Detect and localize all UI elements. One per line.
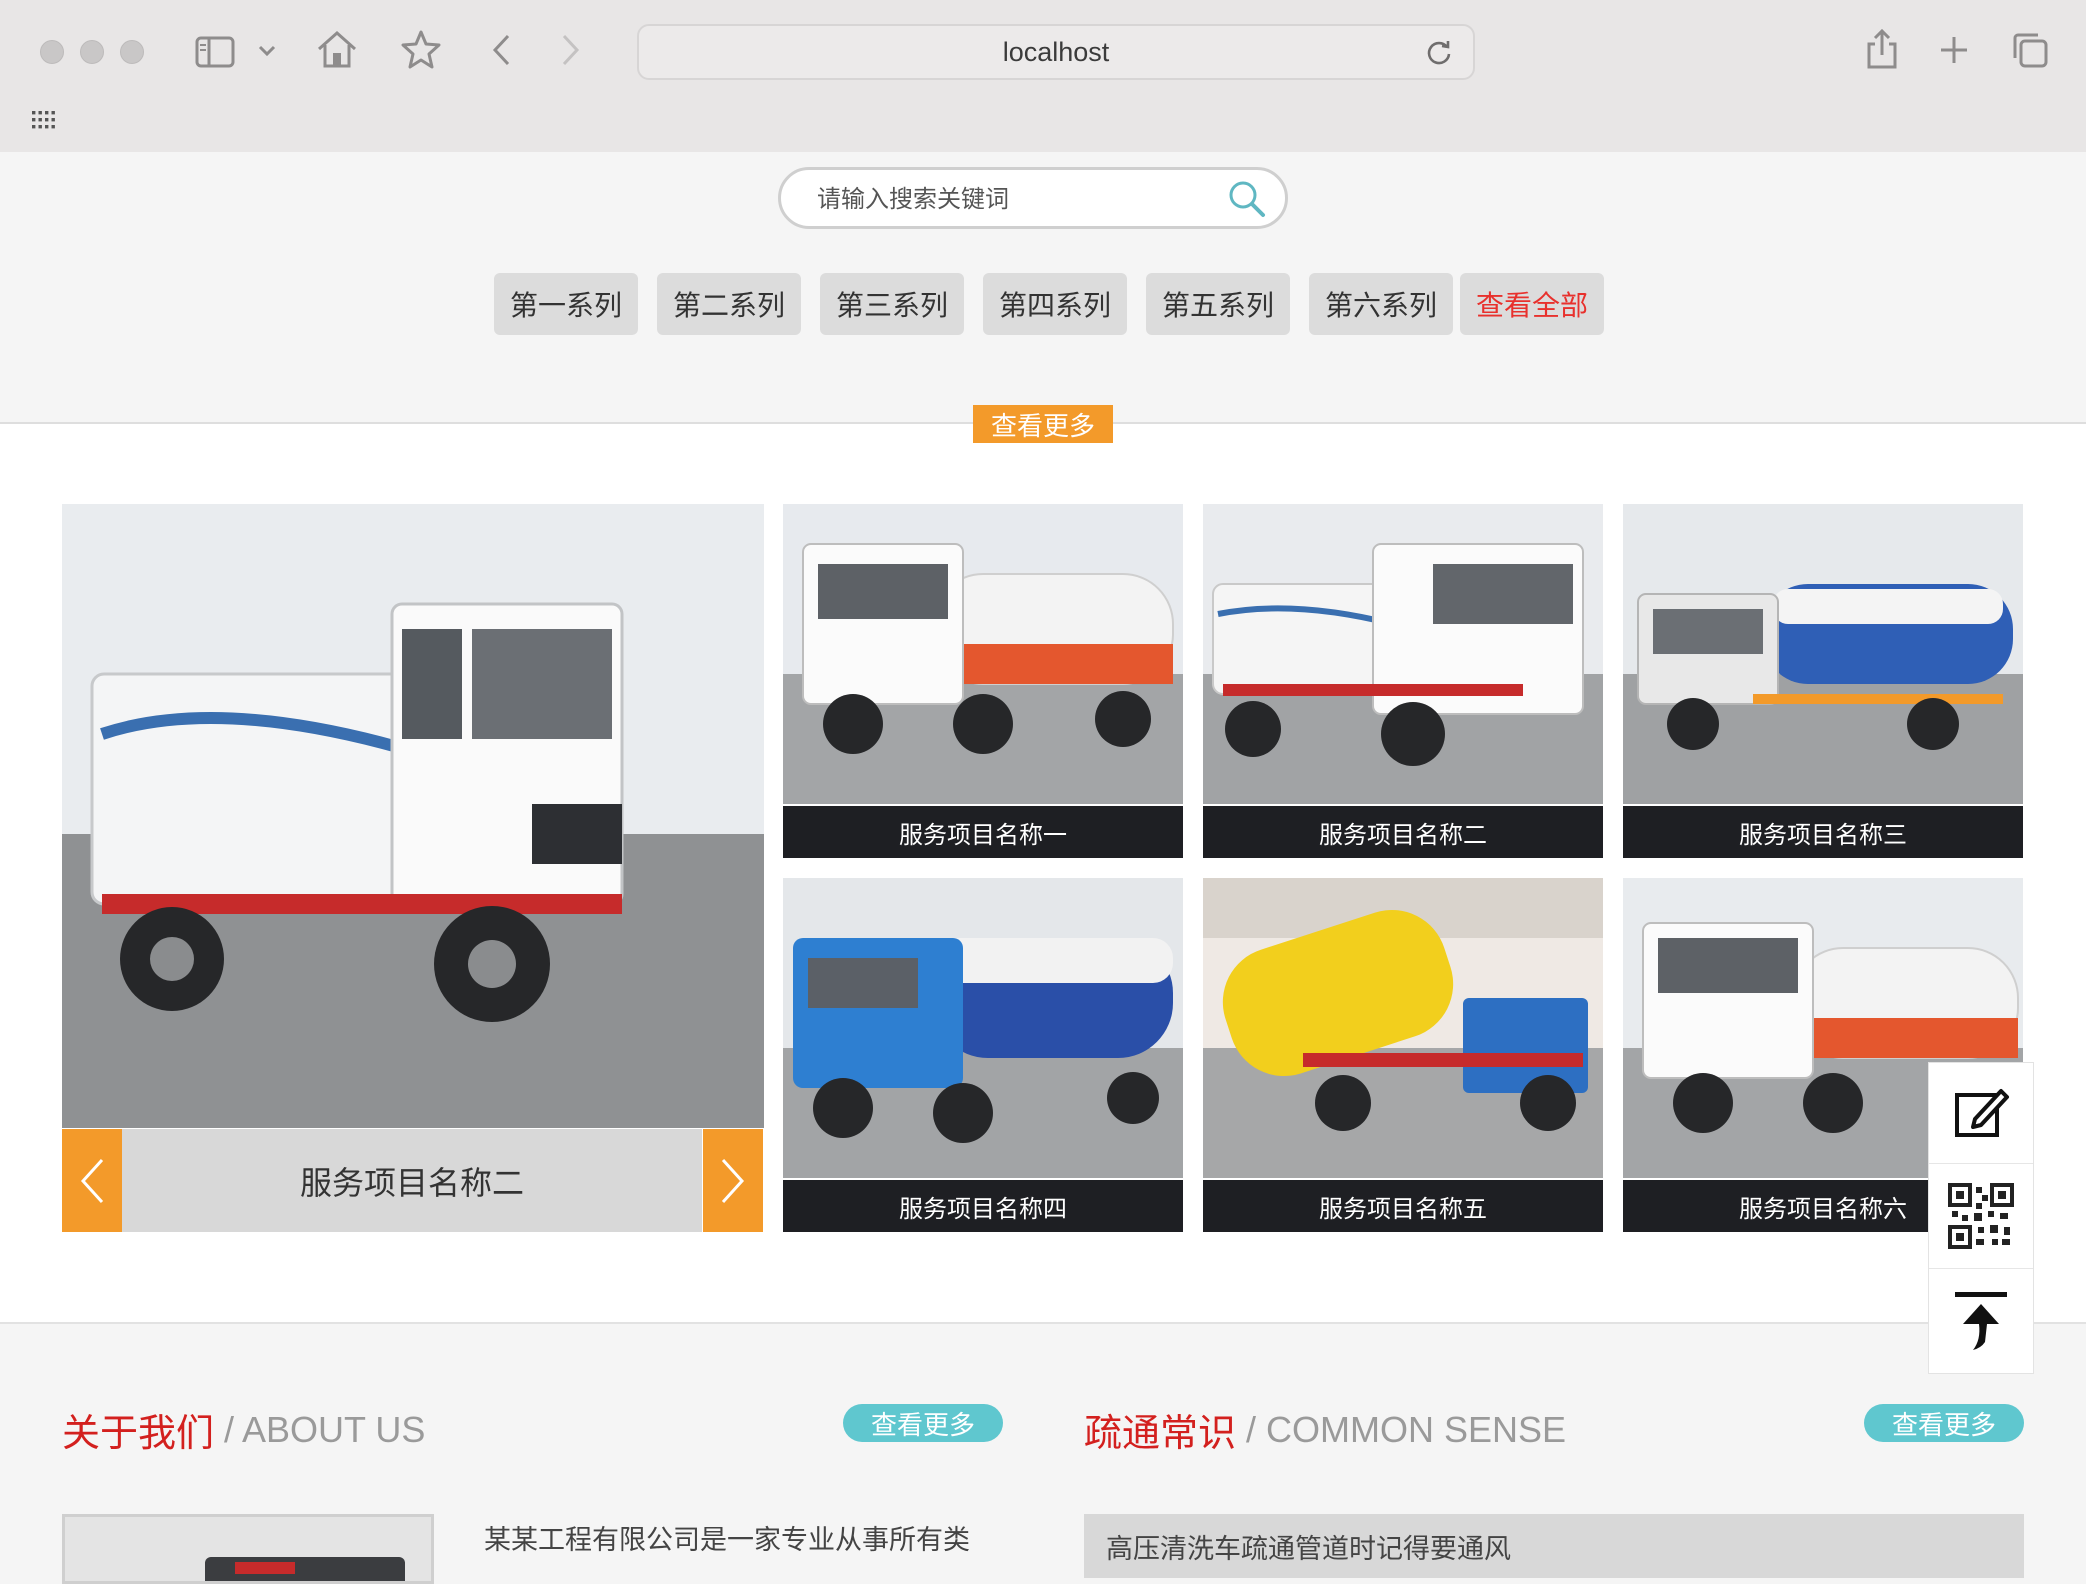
new-tab-plus-icon[interactable] (1934, 30, 1974, 70)
series-nav-item-6[interactable]: 第六系列 (1309, 273, 1453, 335)
slider-caption: 服务项目名称二 (122, 1129, 702, 1232)
series-nav-item-1[interactable]: 第一系列 (494, 273, 638, 335)
bookmark-star-icon[interactable] (398, 26, 444, 72)
home-icon[interactable] (314, 26, 360, 72)
sense-more-button[interactable]: 查看更多 (1864, 1404, 2024, 1442)
apps-grid-icon[interactable] (28, 106, 60, 134)
product-caption-5[interactable]: 服务项目名称五 (1203, 1180, 1603, 1232)
slider-truck-photo[interactable] (62, 504, 764, 1128)
about-section-title: 关于我们 / ABOUT US (62, 1402, 425, 1457)
feedback-edit-button[interactable] (1929, 1063, 2033, 1164)
product-caption-2[interactable]: 服务项目名称二 (1203, 806, 1603, 858)
share-icon[interactable] (1860, 26, 1904, 72)
sense-title-en: / COMMON SENSE (1246, 1409, 1567, 1450)
sense-title-cn: 疏通常识 (1084, 1411, 1237, 1455)
product-photo-1[interactable] (783, 504, 1183, 804)
back-to-top-button[interactable] (1929, 1269, 2033, 1373)
about-intro-text: 某某工程有限公司是一家专业从事所有类 (484, 1525, 970, 1556)
address-bar[interactable]: localhost (637, 24, 1475, 80)
product-caption-4[interactable]: 服务项目名称四 (783, 1180, 1183, 1232)
product-caption-3[interactable]: 服务项目名称三 (1623, 806, 2023, 858)
products-more-button[interactable]: 查看更多 (973, 405, 1113, 443)
reload-icon[interactable] (1423, 36, 1455, 68)
url-text: localhost (1002, 36, 1110, 67)
search-box (778, 167, 1288, 229)
search-input[interactable] (815, 178, 1209, 220)
about-title-en: / ABOUT US (224, 1409, 426, 1450)
tab-overview-icon[interactable] (2008, 28, 2052, 72)
arrow-up-icon (1955, 1292, 2007, 1350)
product-photo-3[interactable] (1623, 504, 2023, 804)
browser-toolbar: localhost (0, 0, 2086, 153)
slider-next-button[interactable] (703, 1129, 763, 1232)
edit-icon (1955, 1089, 2009, 1137)
product-photo-4[interactable] (783, 878, 1183, 1178)
search-icon[interactable] (1227, 179, 1267, 219)
series-nav-item-5[interactable]: 第五系列 (1146, 273, 1290, 335)
sense-article-row[interactable]: 高压清洗车疏通管道时记得要通风 (1084, 1514, 2024, 1578)
product-caption-1[interactable]: 服务项目名称一 (783, 806, 1183, 858)
forward-arrow-icon[interactable] (556, 30, 586, 70)
sense-section-title: 疏通常识 / COMMON SENSE (1084, 1402, 1566, 1457)
window-minimize-button[interactable] (80, 40, 104, 64)
product-photo-2[interactable] (1203, 504, 1603, 804)
sidebar-toggle-icon[interactable] (193, 32, 237, 72)
qr-code-button[interactable] (1929, 1164, 2033, 1269)
slider-prev-button[interactable] (62, 1129, 122, 1232)
window-zoom-button[interactable] (120, 40, 144, 64)
product-photo-5[interactable] (1203, 878, 1603, 1178)
chevron-down-icon[interactable] (254, 38, 280, 64)
floating-toolbar (1928, 1062, 2034, 1374)
back-arrow-icon[interactable] (486, 30, 516, 70)
chevron-right-icon (721, 1158, 745, 1203)
about-company-photo (62, 1514, 434, 1584)
about-more-button[interactable]: 查看更多 (843, 1404, 1003, 1442)
sense-article-title: 高压清洗车疏通管道时记得要通风 (1106, 1533, 1511, 1565)
window-close-button[interactable] (40, 40, 64, 64)
series-view-all-link[interactable]: 查看全部 (1460, 273, 1604, 335)
about-title-cn: 关于我们 (62, 1411, 215, 1455)
series-nav-item-3[interactable]: 第三系列 (820, 273, 964, 335)
chevron-left-icon (80, 1158, 104, 1203)
series-nav-item-2[interactable]: 第二系列 (657, 273, 801, 335)
qr-code-icon (1948, 1183, 2014, 1249)
series-nav-item-4[interactable]: 第四系列 (983, 273, 1127, 335)
